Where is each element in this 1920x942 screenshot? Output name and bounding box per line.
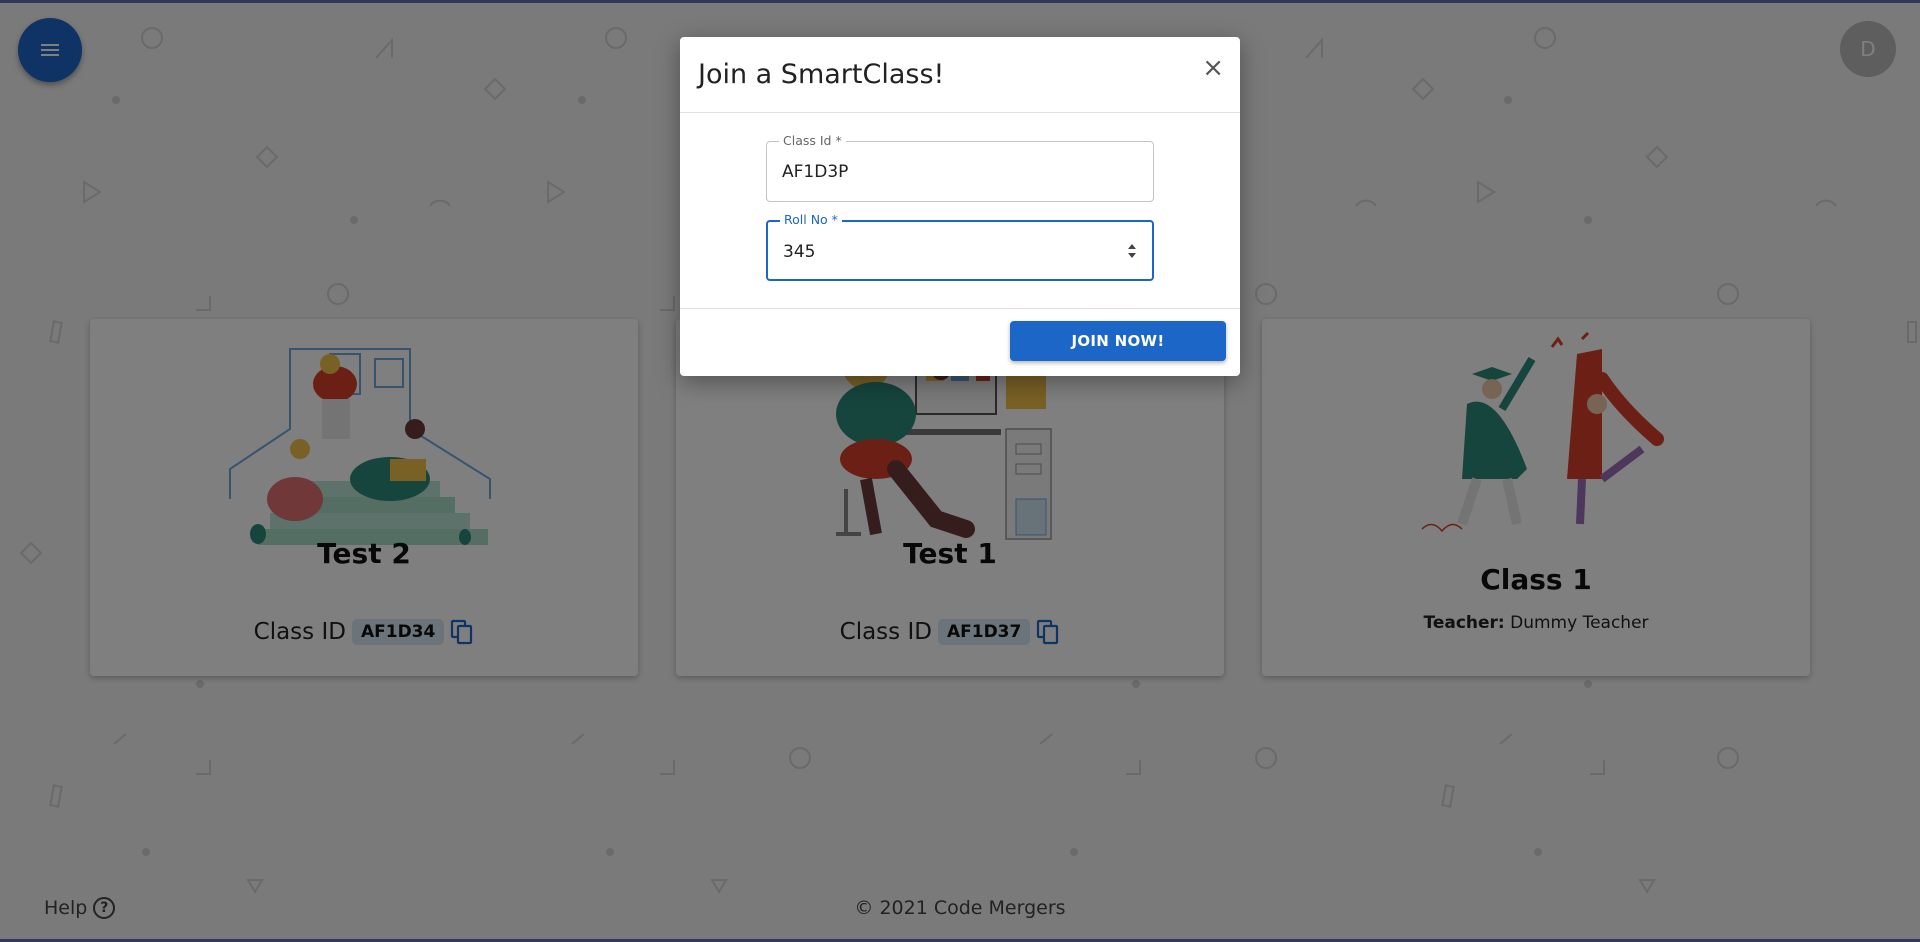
class-id-field[interactable]: Class Id * AF1D3P: [766, 133, 1154, 202]
dialog-header: Join a SmartClass! ×: [680, 37, 1240, 113]
close-icon[interactable]: ×: [1202, 55, 1224, 81]
number-spinner-icon[interactable]: [1126, 241, 1138, 261]
class-id-field-label: Class Id *: [779, 133, 846, 148]
top-border: [0, 0, 1920, 3]
roll-no-field-label: Roll No *: [780, 212, 842, 227]
dialog-footer: JOIN NOW!: [680, 308, 1240, 376]
dialog-title: Join a SmartClass!: [698, 59, 945, 90]
class-id-field-value: AF1D3P: [782, 162, 849, 182]
join-now-button[interactable]: JOIN NOW!: [1010, 321, 1226, 361]
roll-no-field-value: 345: [783, 242, 816, 262]
roll-no-field[interactable]: Roll No * 345: [766, 212, 1154, 281]
join-class-dialog: Join a SmartClass! × Class Id * AF1D3P R…: [680, 37, 1240, 376]
